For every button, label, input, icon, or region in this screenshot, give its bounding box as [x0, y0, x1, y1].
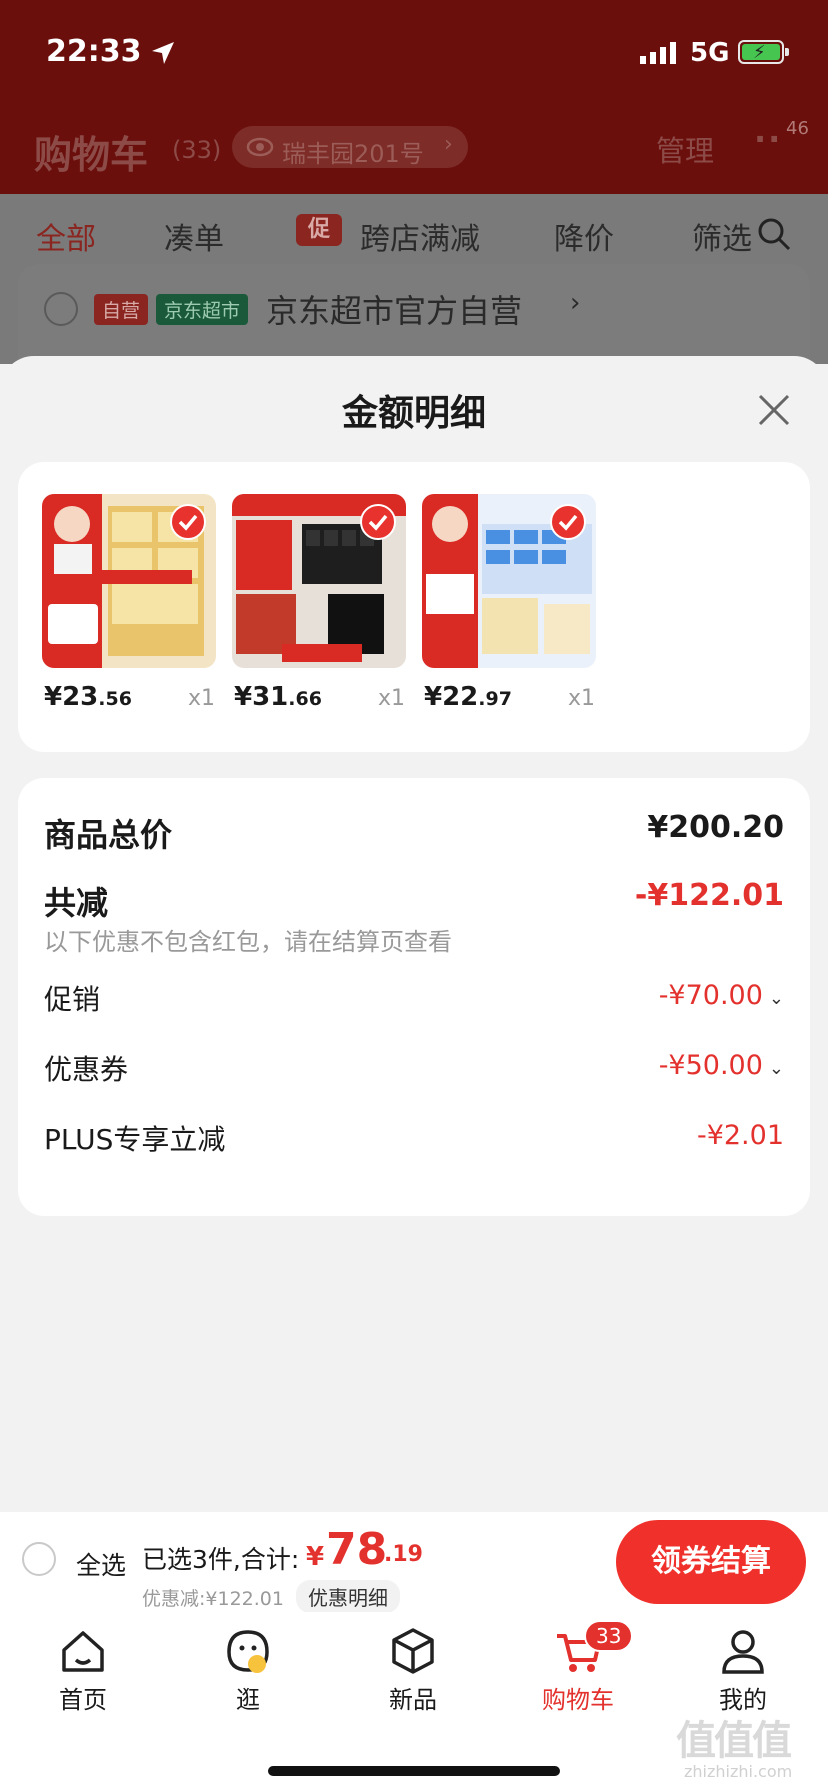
selected-summary: 已选3件,合计:	[142, 1545, 300, 1574]
tab-cross-store[interactable]: 跨店满减	[360, 214, 480, 258]
promotion-label: 促销	[44, 983, 101, 1016]
box-icon	[392, 1628, 434, 1674]
eye-icon	[246, 137, 274, 157]
select-all-radio[interactable]	[22, 1542, 56, 1576]
tab-price-drop[interactable]: 降价	[554, 214, 614, 258]
product-image	[42, 494, 216, 668]
search-icon[interactable]	[756, 216, 792, 252]
cart-badge: 33	[584, 1620, 634, 1652]
tab-label: 逛	[236, 1686, 260, 1714]
total-row: 商品总价 ¥200.20	[44, 810, 784, 856]
store-row[interactable]: 自营 京东超市 京东超市官方自营 ›	[18, 264, 810, 364]
cart-count: (33)	[172, 136, 222, 164]
tab-bar: 首页 逛 新品 33 购物车 我的 值值值 zhizhizhi.com	[0, 1612, 828, 1792]
battery-icon: ⚡	[738, 40, 789, 64]
close-icon[interactable]	[756, 392, 792, 428]
home-icon	[62, 1631, 104, 1672]
cart-background: 全部 凑单 促 跨店满减 降价 筛选 自营 京东超市 京东超市官方自营 ›	[0, 194, 828, 364]
plus-discount-label: PLUS专享立减	[44, 1123, 226, 1156]
reduce-note: 以下优惠不包含红包，请在结算页查看	[44, 928, 452, 956]
promotion-value: -¥70.00 ⌄	[658, 980, 784, 1011]
product-image	[232, 494, 406, 668]
total-currency: ¥	[306, 1542, 325, 1572]
checkout-button[interactable]: 领券结算	[616, 1520, 806, 1604]
product-item[interactable]: ¥23.56 x1	[42, 494, 218, 712]
promotion-row[interactable]: 促销 -¥70.00 ⌄	[44, 978, 784, 1018]
reduce-label: 共减	[44, 884, 109, 922]
product-price: ¥22.97	[424, 682, 512, 712]
profile-icon	[722, 1630, 764, 1674]
status-time: 22:33	[46, 34, 142, 69]
watermark: 值值值	[676, 1718, 792, 1764]
product-quantity: x1	[568, 686, 596, 711]
amount-detail-sheet: 金额明细 ¥23.56 x1 ¥31.66 x1 ¥22.97 x1 商品总价 …	[0, 356, 828, 1512]
chevron-right-icon: ›	[444, 132, 453, 157]
total-value: ¥200.20	[647, 810, 784, 845]
watermark-sub: zhizhizhi.com	[684, 1762, 793, 1781]
tab-label: 首页	[59, 1686, 107, 1714]
chevron-right-icon: ›	[570, 288, 581, 318]
address-selector[interactable]: 瑞丰园201号 ›	[232, 126, 468, 168]
header: 22:33 5G ⚡ 购物车 (33) 瑞丰园201号 › 管理 ·· 46	[0, 0, 828, 194]
home-indicator	[268, 1766, 560, 1776]
status-bar: 22:33 5G ⚡	[0, 0, 828, 100]
store-name: 京东超市官方自营	[266, 292, 523, 330]
reduce-row: 共减 -¥122.01	[44, 878, 784, 924]
product-quantity: x1	[378, 686, 406, 711]
reduce-value: -¥122.01	[634, 878, 784, 913]
location-arrow-icon	[152, 42, 174, 64]
product-quantity: x1	[188, 686, 216, 711]
tab-cart[interactable]: 33 购物车	[528, 1620, 634, 1715]
items-card: ¥23.56 x1 ¥31.66 x1 ¥22.97 x1	[18, 462, 810, 752]
tab-label: 新品	[389, 1686, 437, 1714]
checked-icon[interactable]	[550, 504, 586, 540]
more-badge: 46	[786, 118, 809, 139]
summary-card: 商品总价 ¥200.20 共减 -¥122.01 以下优惠不包含红包，请在结算页…	[18, 778, 810, 1216]
total-decimal: .19	[384, 1542, 423, 1567]
discount-detail-button[interactable]: 优惠明细	[296, 1580, 400, 1613]
chevron-down-icon: ⌄	[768, 1058, 784, 1079]
product-price: ¥31.66	[234, 682, 322, 712]
stroll-icon	[227, 1630, 269, 1673]
store-select-radio[interactable]	[44, 292, 78, 326]
product-item[interactable]: ¥22.97 x1	[422, 494, 598, 712]
tab-stroll[interactable]: 逛	[198, 1626, 298, 1715]
tab-all[interactable]: 全部	[36, 214, 96, 258]
network-type: 5G	[690, 38, 730, 68]
tab-filter[interactable]: 筛选	[692, 214, 754, 258]
reduced-amount: 优惠减:¥122.01	[142, 1588, 284, 1610]
address-text: 瑞丰园201号	[282, 140, 424, 168]
tab-new[interactable]: 新品	[363, 1626, 463, 1715]
signal-icon	[640, 42, 676, 64]
sheet-title: 金额明细	[341, 393, 486, 434]
product-price: ¥23.56	[44, 682, 132, 712]
plus-discount-value: -¥2.01	[696, 1120, 784, 1151]
product-image	[422, 494, 596, 668]
chevron-down-icon: ⌄	[768, 988, 784, 1009]
total-label: 商品总价	[44, 816, 173, 854]
tab-home[interactable]: 首页	[33, 1626, 133, 1715]
coupon-row[interactable]: 优惠券 -¥50.00 ⌄	[44, 1048, 784, 1088]
tab-profile[interactable]: 我的	[693, 1626, 793, 1715]
plus-discount-row: PLUS专享立减 -¥2.01	[44, 1118, 784, 1158]
checkout-bar: 全选 已选3件,合计: ¥ 78 .19 优惠减:¥122.01 优惠明细 领券…	[0, 1512, 828, 1613]
coupon-label: 优惠券	[44, 1053, 129, 1086]
manage-button[interactable]: 管理	[656, 128, 714, 170]
tab-label: 购物车	[542, 1686, 614, 1714]
tab-bundle[interactable]: 凑单	[164, 214, 224, 258]
promo-badge: 促	[296, 214, 342, 246]
total-amount: 78	[326, 1524, 388, 1575]
checked-icon[interactable]	[360, 504, 396, 540]
more-icon[interactable]: ··	[754, 120, 782, 158]
product-item[interactable]: ¥31.66 x1	[232, 494, 408, 712]
page-title: 购物车	[34, 133, 149, 177]
coupon-value: -¥50.00 ⌄	[658, 1050, 784, 1081]
select-all-label[interactable]: 全选	[76, 1546, 126, 1582]
market-tag: 京东超市	[156, 294, 249, 325]
checked-icon[interactable]	[170, 504, 206, 540]
self-operated-tag: 自营	[94, 294, 149, 325]
